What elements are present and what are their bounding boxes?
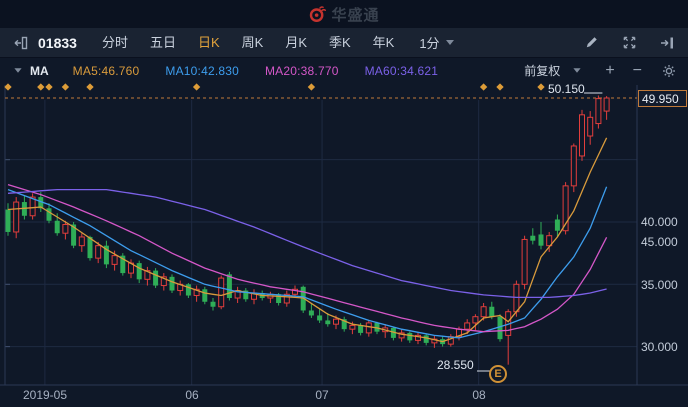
- tab-timeline[interactable]: 分时: [91, 28, 139, 58]
- y-tick: 40.000: [641, 215, 687, 229]
- zoom-in-button[interactable]: +: [603, 63, 616, 79]
- zoom-out-button[interactable]: −: [631, 63, 644, 79]
- candlestick-chart[interactable]: [0, 82, 688, 407]
- x-tick-may: 2019-05: [5, 388, 85, 402]
- indicator-group-label[interactable]: MA: [30, 64, 49, 78]
- chart-area: 49.950 45.000 40.000 35.000 30.000 2019-…: [0, 82, 688, 407]
- ma5-value: MA5:46.760: [73, 64, 140, 78]
- tab-daily-k[interactable]: 日K: [187, 28, 231, 58]
- indicator-bar: MA MA5:46.760 MA10:42.830 MA20:38.770 MA…: [0, 59, 688, 82]
- chevron-down-icon: [574, 68, 581, 73]
- chevron-down-icon: [446, 40, 454, 45]
- current-price-label: 49.950: [638, 90, 687, 107]
- tab-5day[interactable]: 五日: [139, 28, 187, 58]
- brand-logo-icon: [308, 5, 326, 23]
- minute-interval-dropdown[interactable]: 1分: [419, 33, 453, 52]
- high-price-annotation: 50.150: [548, 82, 585, 96]
- event-marker[interactable]: E: [489, 365, 507, 383]
- low-price-annotation: 28.550: [437, 358, 474, 372]
- y-tick: 35.000: [641, 278, 687, 292]
- tab-yearly-k[interactable]: 年K: [362, 28, 406, 58]
- draw-tools-icon[interactable]: [580, 32, 602, 54]
- ma20-value: MA20:38.770: [265, 64, 339, 78]
- ma10-value: MA10:42.830: [165, 64, 239, 78]
- x-tick-june: 06: [172, 388, 212, 402]
- brand: 华盛通: [308, 4, 379, 25]
- tab-weekly-k[interactable]: 周K: [231, 28, 275, 58]
- chart-toolbar: 01833 分时 五日 日K 周K 月K 季K 年K 1分: [0, 28, 688, 58]
- price-adjust-dropdown[interactable]: 前复权: [524, 62, 589, 79]
- x-tick-august: 08: [459, 388, 499, 402]
- x-tick-july: 07: [302, 388, 342, 402]
- tab-quarterly-k[interactable]: 季K: [318, 28, 362, 58]
- collapse-left-panel-icon[interactable]: [10, 32, 32, 54]
- expand-right-panel-icon[interactable]: [656, 32, 678, 54]
- tab-monthly-k[interactable]: 月K: [274, 28, 318, 58]
- top-brand-bar: 华盛通: [0, 0, 688, 28]
- brand-name: 华盛通: [331, 4, 379, 25]
- stock-code: 01833: [38, 35, 77, 51]
- indicator-collapse-icon[interactable]: [14, 68, 21, 73]
- y-tick: 45.000: [641, 235, 687, 249]
- stock-chart-window: 华盛通 01833 分时 五日 日K 周K 月K 季K 年K 1分: [0, 0, 688, 407]
- price-adjust-value: 前复权: [524, 62, 560, 79]
- ma60-value: MA60:34.621: [365, 64, 439, 78]
- y-tick: 30.000: [641, 340, 687, 354]
- gear-icon[interactable]: [658, 60, 680, 82]
- minute-interval-value: 1分: [419, 33, 439, 52]
- fullscreen-icon[interactable]: [618, 32, 640, 54]
